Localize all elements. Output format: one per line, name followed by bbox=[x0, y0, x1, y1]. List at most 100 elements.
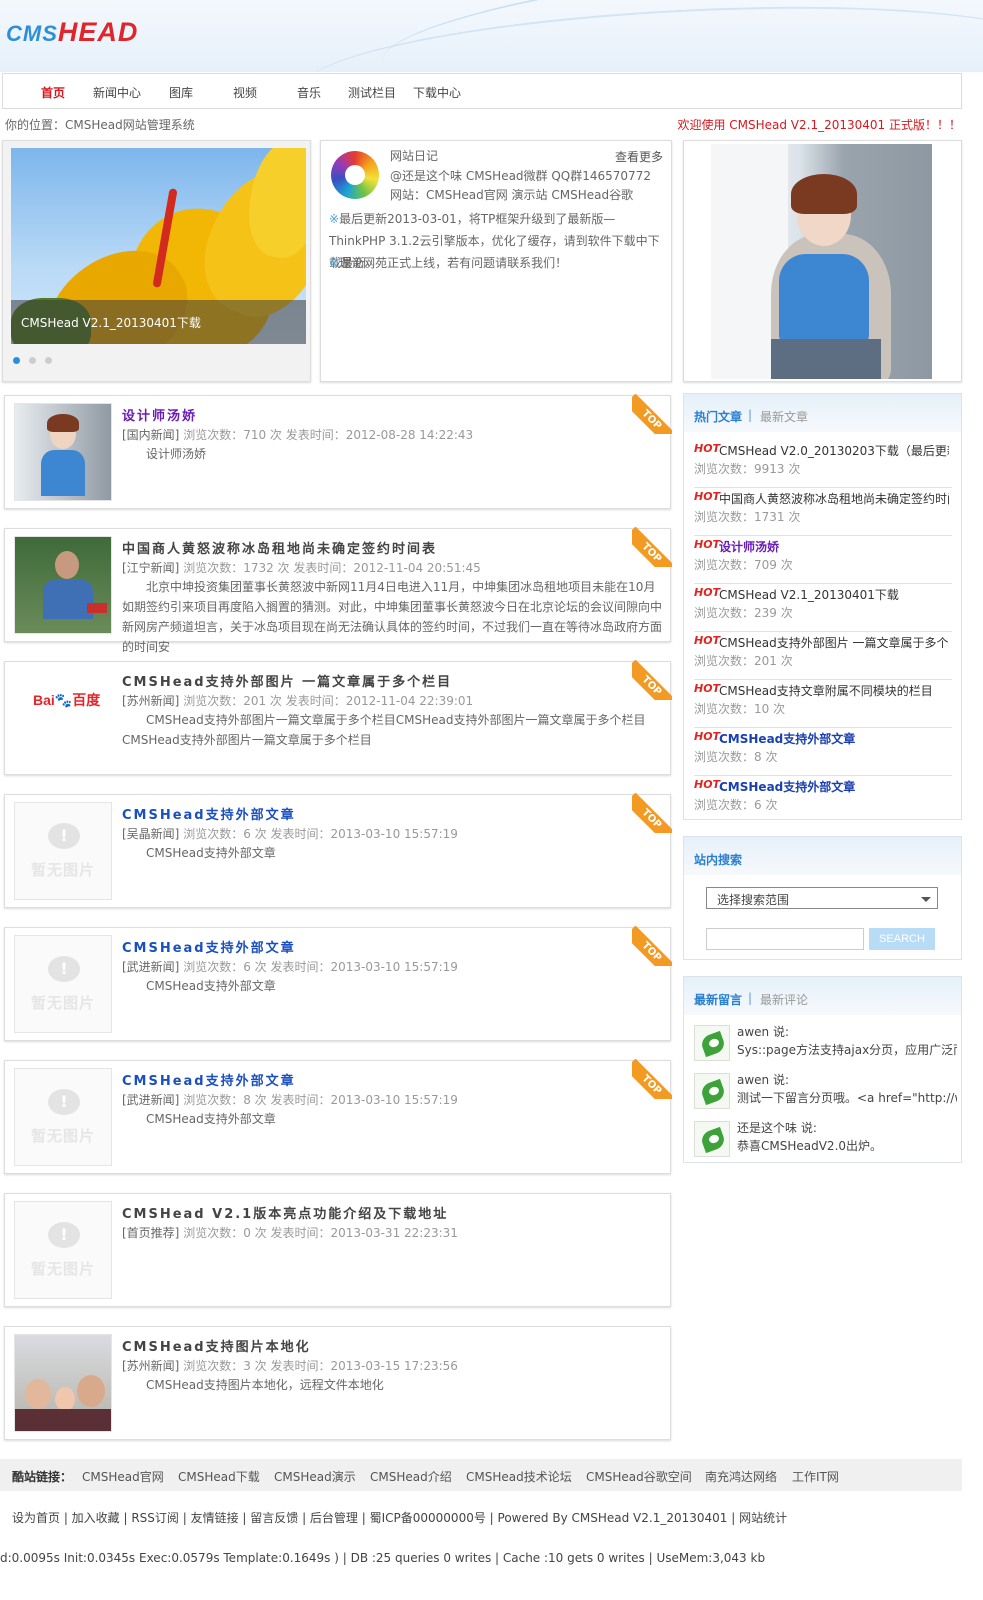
no-image-placeholder: ! 暂无图片 bbox=[15, 936, 111, 1032]
hot-badge: HOT bbox=[694, 490, 721, 503]
bullet-mark: ※ bbox=[329, 256, 340, 270]
article-meta: [苏州新闻] 浏览次数：201 次 发表时间：2012-11-04 22:39:… bbox=[122, 694, 474, 708]
leaf-avatar-icon bbox=[694, 1121, 730, 1157]
article-thumbnail[interactable]: ! 暂无图片 bbox=[14, 802, 112, 900]
color-wheel-avatar bbox=[331, 151, 379, 199]
no-image-placeholder: ! 暂无图片 bbox=[15, 1069, 111, 1165]
article-meta: [江宁新闻] 浏览次数：1732 次 发表时间：2012-11-04 20:51… bbox=[122, 561, 481, 575]
hot-article-item[interactable]: HOT CMSHead支持外部文章 浏览次数：8 次 bbox=[694, 728, 952, 776]
article-category[interactable]: [武进新闻] bbox=[122, 960, 179, 974]
article-title[interactable]: 设计师汤娇 bbox=[122, 405, 197, 424]
article-thumbnail[interactable] bbox=[14, 1334, 112, 1432]
nav-item-music[interactable]: 音乐 bbox=[297, 84, 321, 101]
friend-link[interactable]: CMSHead下载 bbox=[178, 1468, 260, 1485]
featured-photo-panel bbox=[683, 140, 962, 382]
hot-article-item[interactable]: HOT CMSHead支持外部文章 浏览次数：6 次 bbox=[694, 776, 952, 824]
nav-item-download[interactable]: 下载中心 bbox=[413, 84, 461, 101]
article-title[interactable]: CMSHead V2.1版本亮点功能介绍及下载地址 bbox=[122, 1203, 448, 1222]
article-category[interactable]: [吴晶新闻] bbox=[122, 827, 179, 841]
hot-article-item[interactable]: HOT CMSHead支持外部图片 一篇文章属于多个 浏览次数：201 次 bbox=[694, 632, 952, 680]
friend-link[interactable]: 工作IT网 bbox=[792, 1468, 839, 1485]
slide-image[interactable]: CMSHead V2.1_20130401下载 bbox=[11, 148, 306, 344]
alert-icon: ! bbox=[48, 823, 80, 849]
article-title[interactable]: CMSHead支持外部文章 bbox=[122, 937, 296, 956]
article-title[interactable]: CMSHead支持外部图片 一篇文章属于多个栏目 bbox=[122, 671, 452, 690]
slider-dot-1[interactable] bbox=[13, 357, 20, 364]
message-item[interactable]: 还是这个味 说: 恭喜CMSHeadV2.0出炉。 bbox=[694, 1117, 956, 1161]
nav-item-video[interactable]: 视频 bbox=[233, 84, 257, 101]
tab-latest-articles[interactable]: 最新文章 bbox=[760, 408, 808, 425]
article-title[interactable]: CMSHead支持图片本地化 bbox=[122, 1336, 311, 1355]
article-category[interactable]: [苏州新闻] bbox=[122, 1359, 179, 1373]
site-logo[interactable]: CMSHEAD bbox=[6, 17, 138, 48]
diary-news-2: ※理论网苑正式上线，若有问题请联系我们！ bbox=[329, 256, 568, 270]
friend-link[interactable]: CMSHead演示 bbox=[274, 1468, 356, 1485]
hot-article-item[interactable]: HOT 设计师汤娇 浏览次数：709 次 bbox=[694, 536, 952, 584]
article-thumbnail[interactable]: Bai🐾百度 bbox=[14, 669, 112, 767]
diary-more-link[interactable]: 查看更多 bbox=[615, 148, 663, 165]
featured-photo[interactable] bbox=[711, 144, 932, 379]
latest-messages-panel: 最新留言 | 最新评论 awen 说: Sys::page方法支持ajax分页，应… bbox=[683, 976, 962, 1163]
friend-links-bar: 酷站链接： CMSHead官网 CMSHead下载 CMSHead演示 CMSH… bbox=[0, 1459, 962, 1491]
tab-latest-comments[interactable]: 最新评论 bbox=[760, 991, 808, 1008]
article-excerpt: CMSHead支持外部文章 bbox=[146, 979, 276, 993]
tab-latest-messages[interactable]: 最新留言 bbox=[694, 991, 742, 1008]
slider-dot-3[interactable] bbox=[45, 357, 52, 364]
article-excerpt: 北京中坤投资集团董事长黄怒波中新网11月4日电进入11月，中坤集团冰岛租地项目未… bbox=[122, 580, 663, 654]
hot-badge: HOT bbox=[694, 682, 721, 695]
alert-icon: ! bbox=[48, 1089, 80, 1115]
hot-article-item[interactable]: HOT CMSHead V2.0_20130203下载（最后更新 浏览次数：9913… bbox=[694, 440, 952, 488]
friend-link[interactable]: CMSHead官网 bbox=[82, 1468, 164, 1485]
footer-links[interactable]: 设为首页 | 加入收藏 | RSS订阅 | 友情链接 | 留言反馈 | 后台管理… bbox=[12, 1509, 787, 1526]
article-category[interactable]: [武进新闻] bbox=[122, 1093, 179, 1107]
article-thumbnail[interactable]: ! 暂无图片 bbox=[14, 935, 112, 1033]
tab-hot-articles[interactable]: 热门文章 bbox=[694, 408, 742, 425]
article-excerpt: CMSHead支持外部文章 bbox=[146, 846, 276, 860]
message-text[interactable]: Sys::page方法支持ajax分页，应用广泛而 bbox=[737, 1041, 957, 1058]
article-title[interactable]: 中国商人黄怒波称冰岛租地尚未确定签约时间表 bbox=[122, 538, 437, 557]
article-card: ! 暂无图片 CMSHead V2.1版本亮点功能介绍及下载地址 [首页推荐] 浏… bbox=[4, 1193, 671, 1307]
friend-link[interactable]: 南充鸿达网络 bbox=[705, 1468, 777, 1485]
message-author: awen 说: bbox=[737, 1025, 790, 1039]
nav-item-news[interactable]: 新闻中心 bbox=[93, 84, 141, 101]
diary-line-1[interactable]: @还是这个味 CMSHead微群 QQ群146570772 bbox=[390, 167, 651, 184]
message-text[interactable]: 测试一下留言分页哦。<a href="http://w bbox=[737, 1089, 957, 1106]
article-thumbnail[interactable]: ! 暂无图片 bbox=[14, 1201, 112, 1299]
article-category[interactable]: [苏州新闻] bbox=[122, 694, 179, 708]
slider-dot-2[interactable] bbox=[29, 357, 36, 364]
hot-article-item[interactable]: HOT CMSHead支持文章附属不同模块的栏目 浏览次数：10 次 bbox=[694, 680, 952, 728]
chevron-down-icon bbox=[921, 897, 931, 902]
nav-item-test[interactable]: 测试栏目 bbox=[348, 84, 396, 101]
search-button[interactable]: SEARCH bbox=[869, 928, 935, 950]
hot-article-item[interactable]: HOT CMSHead V2.1_20130401下载 浏览次数：239 次 bbox=[694, 584, 952, 632]
bullet-mark: ※ bbox=[329, 212, 340, 226]
article-excerpt: CMSHead支持图片本地化，远程文件本地化 bbox=[146, 1378, 384, 1392]
search-scope-select[interactable]: 选择搜索范围 bbox=[706, 887, 938, 909]
article-card: ! 暂无图片 CMSHead支持外部文章 [武进新闻] 浏览次数：6 次 发表时间… bbox=[4, 926, 672, 1041]
nav-item-home[interactable]: 首页 bbox=[41, 84, 65, 101]
article-thumbnail[interactable] bbox=[14, 536, 112, 634]
article-category[interactable]: [国内新闻] bbox=[122, 428, 179, 442]
message-item[interactable]: awen 说: 测试一下留言分页哦。<a href="http://w bbox=[694, 1069, 957, 1113]
hot-article-item[interactable]: HOT 中国商人黄怒波称冰岛租地尚未确定签约时间 浏览次数：1731 次 bbox=[694, 488, 952, 536]
article-thumbnail[interactable] bbox=[14, 403, 112, 501]
nav-item-gallery[interactable]: 图库 bbox=[169, 84, 193, 101]
article-title[interactable]: CMSHead支持外部文章 bbox=[122, 804, 296, 823]
slide-caption[interactable]: CMSHead V2.1_20130401下载 bbox=[21, 314, 201, 331]
slide-caption-bar: CMSHead V2.1_20130401下载 bbox=[11, 300, 306, 344]
article-category[interactable]: [首页推荐] bbox=[122, 1226, 179, 1240]
article-title[interactable]: CMSHead支持外部文章 bbox=[122, 1070, 296, 1089]
friend-link[interactable]: CMSHead谷歌空间 bbox=[586, 1468, 692, 1485]
article-category[interactable]: [江宁新闻] bbox=[122, 561, 179, 575]
message-author: 还是这个味 说: bbox=[737, 1121, 817, 1135]
message-item[interactable]: awen 说:Sys::page方法支持ajax分页，应用广泛而 bbox=[694, 1021, 957, 1065]
hot-badge: HOT bbox=[694, 778, 721, 791]
article-thumbnail[interactable]: ! 暂无图片 bbox=[14, 1068, 112, 1166]
hot-badge: HOT bbox=[694, 538, 721, 551]
friend-link[interactable]: CMSHead介绍 bbox=[370, 1468, 452, 1485]
search-input[interactable] bbox=[706, 928, 864, 950]
friend-link[interactable]: CMSHead技术论坛 bbox=[466, 1468, 572, 1485]
message-text[interactable]: 恭喜CMSHeadV2.0出炉。 bbox=[737, 1137, 957, 1154]
diary-line-2[interactable]: 网站：CMSHead官网 演示站 CMSHead谷歌 bbox=[390, 186, 633, 203]
image-slider: CMSHead V2.1_20130401下载 bbox=[2, 140, 311, 382]
